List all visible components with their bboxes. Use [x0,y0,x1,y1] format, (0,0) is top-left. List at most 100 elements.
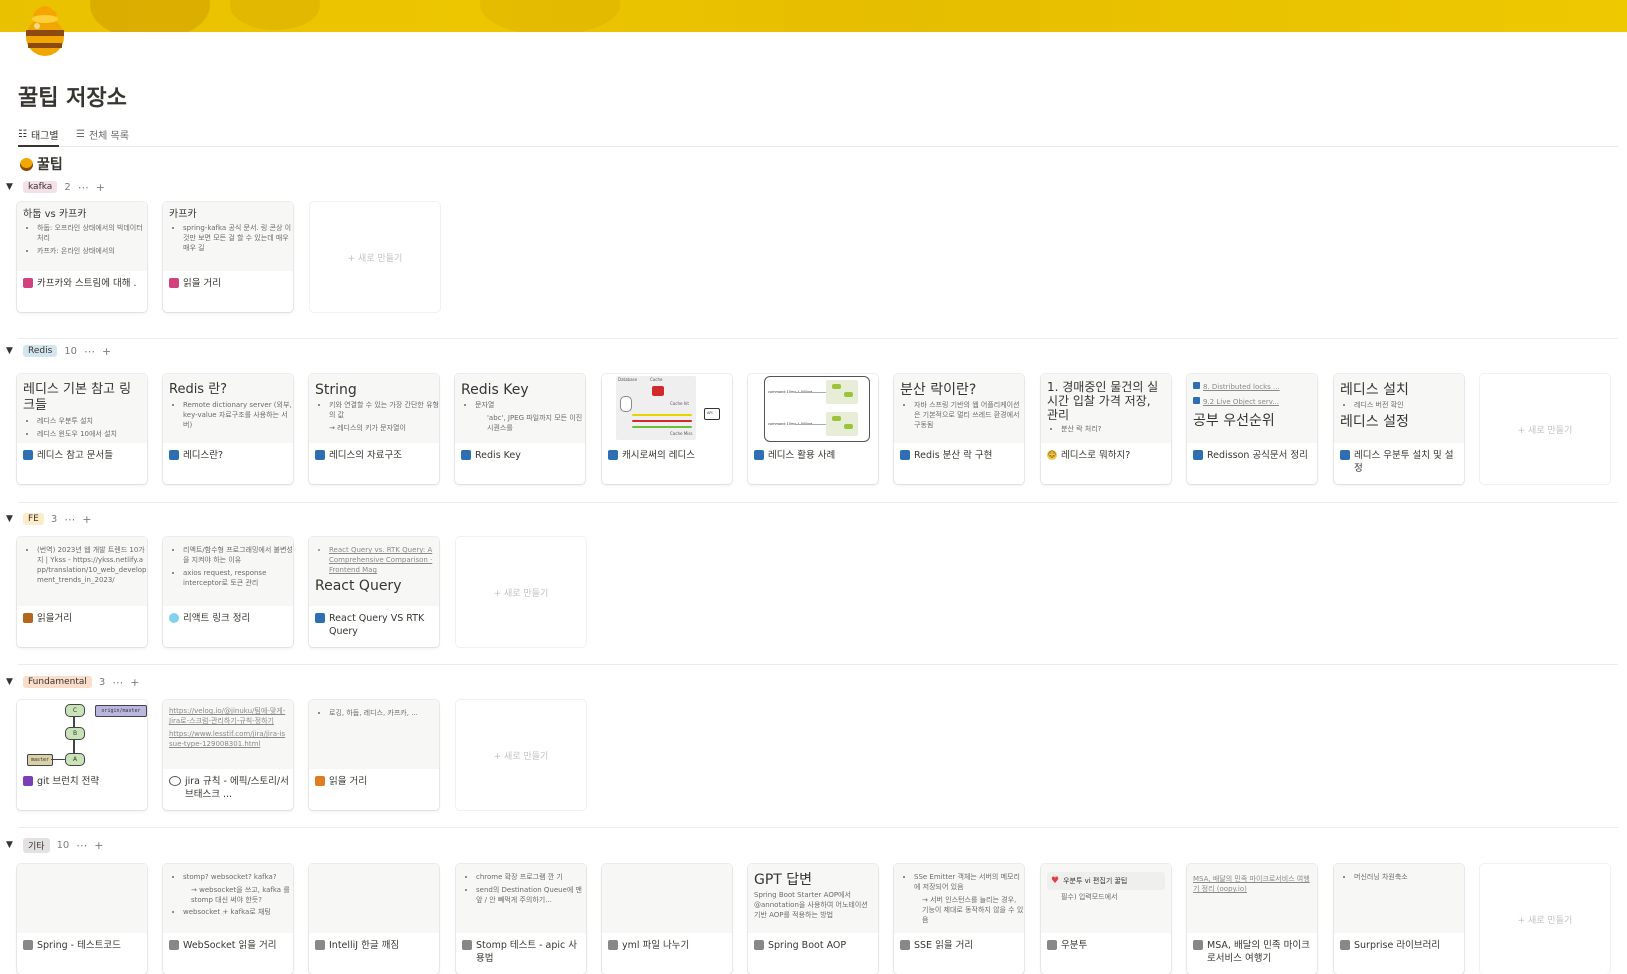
card[interactable]: command 10ms 1.000ms command 10ms 1.000m… [748,374,878,484]
card-title: 읽을 거리 [329,776,367,787]
link[interactable]: MSA, 배달의 민족 마이크로서비스 여행기 정리 (oopy.io) [1193,874,1311,894]
card[interactable]: 리액트/함수형 프로그래밍에서 불변성을 지켜야 하는 이유axios requ… [163,537,293,647]
collapse-caret-icon[interactable]: ▼ [6,182,16,192]
add-icon[interactable]: + [82,513,91,526]
card[interactable]: 레디스 설치 레디스 버전 확인 레디스 설정 레디스 우분투 설치 및 설정 [1334,374,1464,484]
page-icon [315,940,325,950]
card[interactable]: React Query vs. RTK Query: A Comprehensi… [309,537,439,647]
group-header: ▼ kafka 2 ⋯ + [6,178,105,196]
card-preview: 로깅, 하둡, 레디스, 카프카, ... [309,700,439,769]
group-redis: ▼ Redis 10 ⋯ + 레디스 기본 참고 링크들 레디스 우분투 설치레… [0,342,1627,503]
collapse-caret-icon[interactable]: ▼ [6,346,16,356]
card[interactable]: 분산 락이란? 자바 스프링 기반의 웹 어플리케이션은 기본적으로 멀티 쓰레… [894,374,1024,484]
page-icon [608,450,618,460]
smile-icon: ☺ [1047,450,1057,460]
card-preview: chrome 확장 프로그램 깐 기send의 Destination Queu… [456,864,586,933]
group-header: ▼ FE 3 ⋯ + [6,510,91,528]
card[interactable]: stomp? websocket? kafka? → websocket을 쓰고… [163,864,293,974]
card[interactable]: MSA, 배달의 민족 마이크로서비스 여행기 정리 (oopy.io) MSA… [1187,864,1317,974]
card[interactable]: Database Cache Cache hit Cache Miss API … [602,374,732,484]
card[interactable]: (번역) 2023년 웹 개발 트렌드 10가지 | Ykss - https:… [17,537,147,647]
more-icon[interactable]: ⋯ [84,345,95,358]
card-preview: Redis Key 문자열 'abc', JPEG 파일까지 모든 이진 시퀀스… [455,374,585,443]
add-icon[interactable]: + [130,676,139,689]
view-tabs: ☷ 태그별 ☰ 전체 목록 [18,124,1618,147]
more-icon[interactable]: ⋯ [64,513,75,526]
page-icon [900,450,910,460]
card[interactable]: Redis 란? Remote dictionary server (외부, k… [163,374,293,484]
heart-icon: ♥ [1051,876,1060,886]
new-card-button[interactable]: + 새로 만들기 [1480,374,1610,484]
new-card-button[interactable]: + 새로 만들기 [1480,864,1610,974]
card[interactable]: https://velog.io/@jinuku/팀에-맞게-Jira로-스크럼… [163,700,293,810]
honey-pot-icon [20,157,33,171]
page-cover[interactable] [0,0,1627,32]
card[interactable]: 카프카 spring-kafka 공식 문서. 링 콘상 이것만 보면 모든 걸… [163,202,293,312]
collapse-caret-icon[interactable]: ▼ [6,840,16,850]
card-preview: SSe Emitter 객체는 서버의 메모리에 저장되어 있음 → 서버 인스… [894,864,1024,933]
card-preview: MSA, 배달의 민족 마이크로서비스 여행기 정리 (oopy.io) [1187,864,1317,933]
card[interactable]: GPT 답변 Spring Boot Starter AOP에서 @annota… [748,864,878,974]
card[interactable]: 8. Distributed locks ... 9.2 Live Object… [1187,374,1317,484]
card[interactable]: IntelliJ 한글 깨짐 [309,864,439,974]
card[interactable]: yml 파일 나누기 [602,864,732,974]
group-tag[interactable]: Redis [23,345,58,357]
card[interactable]: 로깅, 하둡, 레디스, 카프카, ... 읽을 거리 [309,700,439,810]
more-icon[interactable]: ⋯ [112,676,123,689]
card-preview: React Query vs. RTK Query: A Comprehensi… [309,537,439,606]
page-icon [315,613,325,623]
new-card-button[interactable]: + 새로 만들기 [456,537,586,647]
card-preview: stomp? websocket? kafka? → websocket을 쓰고… [163,864,293,933]
link[interactable]: https://velog.io/@jinuku/팀에-맞게-Jira로-스크럼… [169,706,287,726]
card[interactable]: 머신러닝 차원축소 Surprise 라이브러리 [1334,864,1464,974]
tab-by-tag[interactable]: ☷ 태그별 [18,124,59,147]
card-preview: https://velog.io/@jinuku/팀에-맞게-Jira로-스크럼… [163,700,293,769]
node [844,392,853,397]
card[interactable]: 1. 경매중인 물건의 실시간 입찰 가격 저장, 관리 분산 락 처리? ☺ 레… [1041,374,1171,484]
add-icon[interactable]: + [94,839,103,852]
react-icon [169,613,179,623]
card[interactable]: 하둡 vs 카프카 하둡: 오프라인 상태에서의 빅데이터 처리카프카: 온라인… [17,202,147,312]
more-icon[interactable]: ⋯ [78,181,89,194]
callout: ♥ 우분투 vi 편집기 꿀팁 [1047,872,1165,890]
group-fe: ▼ FE 3 ⋯ + (번역) 2023년 웹 개발 트렌드 10가지 | Yk… [0,510,1627,665]
card-preview: command 10ms 1.000ms command 10ms 1.000m… [748,374,878,443]
card[interactable]: chrome 확장 프로그램 깐 기send의 Destination Queu… [456,864,586,974]
add-icon[interactable]: + [102,345,111,358]
add-icon[interactable]: + [96,181,105,194]
honey-pot-icon[interactable] [22,4,68,58]
card[interactable]: String 키와 연결할 수 있는 가장 간단한 유형의 값 → 레디스의 키… [309,374,439,484]
card[interactable]: Redis Key 문자열 'abc', JPEG 파일까지 모든 이진 시퀀스… [455,374,585,484]
divider [18,338,1618,339]
new-card-button[interactable]: + 새로 만들기 [456,700,586,810]
group-tag[interactable]: kafka [23,181,58,193]
card-title: 우분투 [1061,940,1088,951]
box [826,412,858,436]
group-tag[interactable]: FE [23,513,44,525]
node [832,416,841,421]
card[interactable]: SSe Emitter 객체는 서버의 메모리에 저장되어 있음 → 서버 인스… [894,864,1024,974]
group-tag[interactable]: Fundamental [23,676,92,688]
link[interactable]: https://www.lesstif.com/jira/jira-issue-… [169,729,287,749]
page-link[interactable]: 9.2 Live Object serv... [1193,397,1311,407]
card[interactable]: 레디스 기본 참고 링크들 레디스 우분투 설치레디스 윈도우 10에서 설치 … [17,374,147,484]
card-preview [602,864,732,933]
tab-all-list[interactable]: ☰ 전체 목록 [76,124,129,145]
card-preview: Redis 란? Remote dictionary server (외부, k… [163,374,293,443]
clock-icon [169,776,181,786]
card-title: 레디스 참고 문서들 [37,450,113,461]
collapse-caret-icon[interactable]: ▼ [6,514,16,524]
card[interactable]: ♥ 우분투 vi 편집기 꿀팁 필수) 입력모드에서 우분투 [1041,864,1171,974]
new-card-button[interactable]: + 새로 만들기 [310,202,440,312]
page-link[interactable]: 8. Distributed locks ... [1193,382,1311,392]
branch-label: origin/master [95,705,147,717]
collapse-caret-icon[interactable]: ▼ [6,677,16,687]
card-title: Redis 분산 락 구현 [914,450,993,461]
arrow-line [794,424,826,425]
group-kafka: ▼ kafka 2 ⋯ + 하둡 vs 카프카 하둡: 오프라인 상태에서의 빅… [0,178,1627,339]
card-preview: Database Cache Cache hit Cache Miss API [602,374,732,443]
card[interactable]: C origin/master B master A git 브런치 전략 [17,700,147,810]
group-tag[interactable]: 기타 [23,837,50,853]
more-icon[interactable]: ⋯ [76,839,87,852]
card[interactable]: Spring - 테스트코드 [17,864,147,974]
